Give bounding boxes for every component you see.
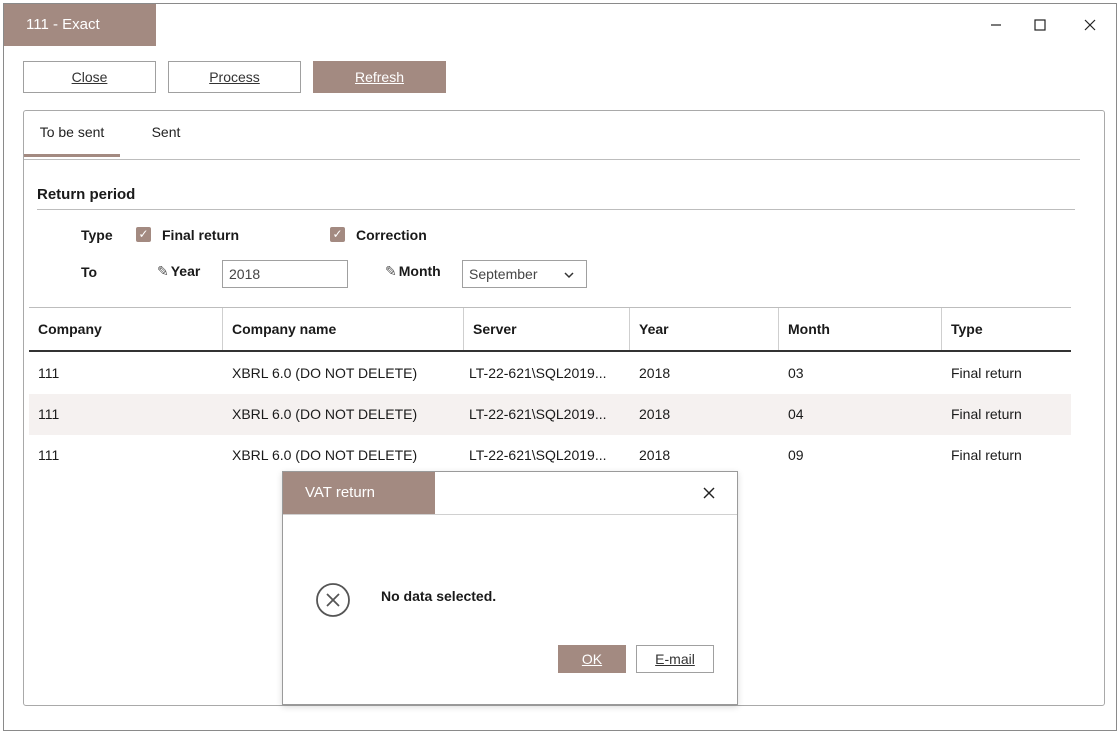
year-label-text: Year [170, 263, 201, 279]
cell-company: 111 [38, 406, 60, 422]
window-title: 111 - Exact [4, 4, 156, 46]
cell-server: LT-22-621\SQL2019... [469, 406, 607, 422]
chevron-down-icon [564, 272, 574, 279]
cell-company: 111 [38, 365, 60, 381]
checkmark-icon: ✓ [332, 227, 343, 241]
cell-type: Final return [951, 406, 1022, 422]
maximize-icon [1034, 19, 1046, 31]
cell-company-name: XBRL 6.0 (DO NOT DELETE) [232, 365, 418, 381]
cell-year: 2018 [639, 365, 671, 381]
pen-icon: ✎ [385, 263, 397, 279]
year-input[interactable]: 2018 [222, 260, 348, 288]
column-header-company-name[interactable]: Company name [223, 308, 464, 350]
table-row[interactable]: 111 XBRL 6.0 (DO NOT DELETE) LT-22-621\S… [29, 353, 1071, 394]
close-icon [703, 487, 715, 499]
section-divider [37, 209, 1075, 210]
column-header-company[interactable]: Company [29, 308, 223, 350]
refresh-button-label: Refresh [354, 69, 405, 85]
grid-header: Company Company name Server Year Month T… [29, 308, 1071, 352]
vat-return-dialog: VAT return No data selected. OK E-mail [282, 471, 738, 705]
to-label: To [81, 264, 98, 280]
close-button-label: Close [71, 69, 108, 85]
close-icon [1084, 19, 1096, 31]
close-window-button[interactable] [1068, 4, 1112, 46]
ok-button[interactable]: OK [558, 645, 626, 673]
cell-server: LT-22-621\SQL2019... [469, 447, 607, 463]
cell-month: 09 [788, 447, 804, 463]
minimize-icon [991, 24, 1001, 26]
email-button[interactable]: E-mail [636, 645, 714, 673]
close-button[interactable]: Close [23, 61, 156, 93]
final-return-checkbox[interactable]: ✓ [136, 227, 151, 242]
process-button-label: Process [209, 69, 260, 85]
tab-divider [24, 159, 1080, 160]
dialog-message: No data selected. [381, 588, 497, 604]
tab-sent[interactable]: Sent [134, 111, 198, 157]
refresh-button[interactable]: Refresh [313, 61, 446, 93]
dialog-close-button[interactable] [689, 472, 729, 514]
checkmark-icon: ✓ [138, 227, 149, 241]
year-label: ✎ Year [157, 263, 200, 280]
column-header-server[interactable]: Server [464, 308, 630, 350]
cell-year: 2018 [639, 447, 671, 463]
cell-company-name: XBRL 6.0 (DO NOT DELETE) [232, 447, 418, 463]
cell-year: 2018 [639, 406, 671, 422]
month-select-value: September [469, 266, 538, 282]
pen-icon: ✎ [157, 263, 169, 279]
minimize-button[interactable] [974, 4, 1018, 46]
correction-checkbox[interactable]: ✓ [330, 227, 345, 242]
cell-company-name: XBRL 6.0 (DO NOT DELETE) [232, 406, 418, 422]
cell-company: 111 [38, 447, 60, 463]
dialog-title: VAT return [283, 472, 435, 514]
circle-x-icon [316, 583, 350, 617]
correction-label: Correction [356, 227, 427, 243]
month-label: ✎ Month [385, 263, 441, 280]
cell-month: 04 [788, 406, 804, 422]
table-row[interactable]: 111 XBRL 6.0 (DO NOT DELETE) LT-22-621\S… [29, 435, 1071, 476]
month-select[interactable]: September [462, 260, 587, 288]
process-button[interactable]: Process [168, 61, 301, 93]
column-header-month[interactable]: Month [779, 308, 942, 350]
email-button-label: E-mail [655, 651, 695, 667]
month-label-text: Month [398, 263, 441, 279]
type-label: Type [81, 227, 113, 243]
title-bar: 111 - Exact [4, 4, 1116, 46]
cell-server: LT-22-621\SQL2019... [469, 365, 607, 381]
final-return-label: Final return [162, 227, 240, 243]
section-title: Return period [37, 186, 136, 203]
ok-button-label: OK [581, 651, 603, 667]
cell-month: 03 [788, 365, 804, 381]
dialog-divider [283, 514, 737, 515]
column-header-type[interactable]: Type [942, 308, 1071, 350]
cell-type: Final return [951, 447, 1022, 463]
tab-to-be-sent[interactable]: To be sent [24, 111, 120, 157]
column-header-year[interactable]: Year [630, 308, 779, 350]
table-row[interactable]: 111 XBRL 6.0 (DO NOT DELETE) LT-22-621\S… [29, 394, 1071, 435]
cell-type: Final return [951, 365, 1022, 381]
maximize-button[interactable] [1018, 4, 1062, 46]
